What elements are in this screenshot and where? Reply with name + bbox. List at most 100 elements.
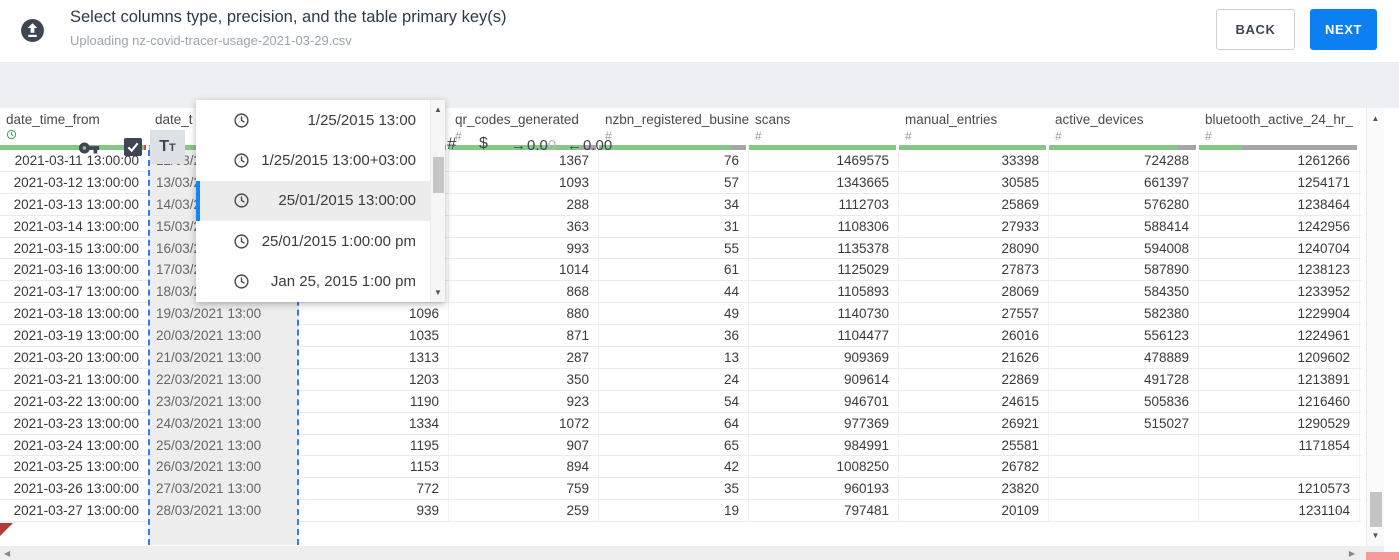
scroll-right-icon[interactable]: ▶ (1349, 549, 1355, 558)
table-cell: 24 (599, 368, 749, 390)
table-cell: 894 (449, 456, 599, 478)
table-cell: 724288 (1049, 150, 1199, 171)
table-cell: 977369 (749, 412, 899, 434)
column-header-nzbn_registered_busine[interactable]: nzbn_registered_busine # (599, 108, 749, 145)
table-cell: 65 (599, 434, 749, 456)
table-cell: 13 (599, 347, 749, 368)
number-type-icon[interactable]: # (447, 134, 456, 154)
table-row: 2021-03-19 13:00:00 20/03/2021 13:00 1035 8… (0, 325, 1361, 348)
dropdown-item[interactable]: 1/25/2015 13:00 (196, 100, 430, 140)
vertical-scrollbar[interactable]: ▲ ▼ (1366, 108, 1384, 546)
column-type-label: # (605, 129, 612, 143)
table-row: 2021-03-18 13:00:00 19/03/2021 13:00 1096 8… (0, 303, 1361, 326)
table-cell: 880 (449, 303, 599, 325)
table-cell: 23820 (899, 478, 1049, 500)
column-name: nzbn_registered_busine (605, 112, 749, 127)
table-cell: 1233952 (1199, 281, 1360, 303)
table-cell: 1140730 (749, 303, 899, 325)
column-type-label: # (755, 129, 762, 143)
table-cell: 35 (599, 478, 749, 500)
table-cell: 49 (599, 303, 749, 325)
table-cell: 2021-03-21 13:00:00 (0, 368, 149, 390)
table-cell: 1108306 (749, 215, 899, 237)
table-cell: 24/03/2021 13:00 (149, 412, 299, 434)
table-cell: 584350 (1049, 281, 1199, 303)
increase-precision-icon[interactable]: →0.00 (511, 137, 556, 154)
dropdown-item-label: 1/25/2015 13:00 (307, 111, 416, 129)
dropdown-item[interactable]: 1/25/2015 13:00+03:00 (196, 140, 430, 180)
table-cell: 55 (599, 237, 749, 259)
back-button[interactable]: BACK (1216, 9, 1295, 50)
table-cell: 1105893 (749, 281, 899, 303)
not-null-checkbox[interactable] (124, 138, 142, 156)
table-cell: 2021-03-13 13:00:00 (0, 193, 149, 215)
table-cell: 27933 (899, 215, 1049, 237)
table-cell: 1035 (299, 325, 449, 347)
table-cell: 868 (449, 281, 599, 303)
selected-column-extension (149, 522, 299, 545)
table-cell: 1135378 (749, 237, 899, 259)
table-cell: 1224961 (1199, 325, 1360, 347)
table-cell: 2021-03-26 13:00:00 (0, 478, 149, 500)
scroll-up-icon[interactable]: ▲ (431, 105, 445, 114)
dropdown-item-label: Jan 25, 2015 1:00 pm (270, 273, 416, 291)
dropdown-item[interactable]: 25/01/2015 1:00:00 pm (196, 221, 430, 261)
column-name: active_devices (1055, 112, 1144, 127)
primary-key-icon[interactable] (78, 137, 100, 157)
table-cell: 576280 (1049, 193, 1199, 215)
table-cell: 20/03/2021 13:00 (149, 325, 299, 347)
decrease-precision-icon[interactable]: ←0.00 (567, 137, 612, 154)
column-header-active_devices[interactable]: active_devices # (1049, 108, 1199, 145)
table-cell: 993 (449, 237, 599, 259)
table-cell: 1213891 (1199, 368, 1360, 390)
table-cell (1049, 456, 1199, 478)
table-cell: 2021-03-14 13:00:00 (0, 215, 149, 237)
page-title: Select columns type, precision, and the … (70, 8, 507, 26)
table-cell: 478889 (1049, 347, 1199, 368)
table-row: 2021-03-25 13:00:00 26/03/2021 13:00 1153 8… (0, 456, 1361, 479)
scroll-down-icon[interactable]: ▼ (431, 288, 445, 297)
table-cell: 2021-03-24 13:00:00 (0, 434, 149, 456)
table-cell: 57 (599, 171, 749, 193)
scroll-down-icon[interactable]: ▼ (1367, 531, 1384, 540)
dropdown-scrollbar[interactable]: ▲ ▼ (430, 100, 445, 302)
table-cell: 772 (299, 478, 449, 500)
vertical-scrollbar-thumb[interactable] (1370, 492, 1382, 527)
next-button[interactable]: NEXT (1310, 9, 1377, 50)
table-cell: 26921 (899, 412, 1049, 434)
table-row: 2021-03-23 13:00:00 24/03/2021 13:00 1334 1… (0, 412, 1361, 435)
scroll-left-icon[interactable]: ◀ (4, 549, 10, 558)
table-cell: 25869 (899, 193, 1049, 215)
table-cell: 909369 (749, 347, 899, 368)
text-type-button[interactable]: TT (150, 130, 185, 164)
column-name: bluetooth_active_24_hr_ (1205, 112, 1353, 127)
csv-import-window: Select columns type, precision, and the … (0, 0, 1399, 560)
table-cell: 505836 (1049, 390, 1199, 412)
table-cell: 1112703 (749, 193, 899, 215)
column-header-scans[interactable]: scans # (749, 108, 899, 145)
column-type-label: # (1055, 129, 1062, 143)
dropdown-item[interactable]: Jan 25, 2015 1:00 pm (196, 262, 430, 302)
clock-icon (233, 273, 250, 290)
dropdown-item-label: 1/25/2015 13:00+03:00 (261, 152, 416, 170)
dropdown-scrollbar-thumb[interactable] (433, 157, 444, 193)
table-cell: 1072 (449, 412, 599, 434)
upload-icon (20, 18, 45, 43)
column-header-manual_entries[interactable]: manual_entries # (899, 108, 1049, 145)
scroll-up-icon[interactable]: ▲ (1367, 114, 1384, 123)
table-cell: 27/03/2021 13:00 (149, 478, 299, 500)
currency-type-icon[interactable]: $ (479, 135, 488, 153)
table-cell: 1334 (299, 412, 449, 434)
table-cell (1049, 434, 1199, 456)
horizontal-scrollbar[interactable]: ◀ ▶ (0, 546, 1361, 560)
column-header-bluetooth_active_24_hr_[interactable]: bluetooth_active_24_hr_ # (1199, 108, 1360, 145)
table-cell: 2021-03-16 13:00:00 (0, 259, 149, 281)
table-cell: 61 (599, 259, 749, 281)
table-cell: 871 (449, 325, 599, 347)
table-cell: 19/03/2021 13:00 (149, 303, 299, 325)
dropdown-item-label: 25/01/2015 1:00:00 pm (261, 232, 416, 250)
table-cell (1199, 456, 1360, 478)
dropdown-item[interactable]: 25/01/2015 13:00:00 (196, 180, 430, 222)
table-cell: 23/03/2021 13:00 (149, 390, 299, 412)
table-cell: 64 (599, 412, 749, 434)
